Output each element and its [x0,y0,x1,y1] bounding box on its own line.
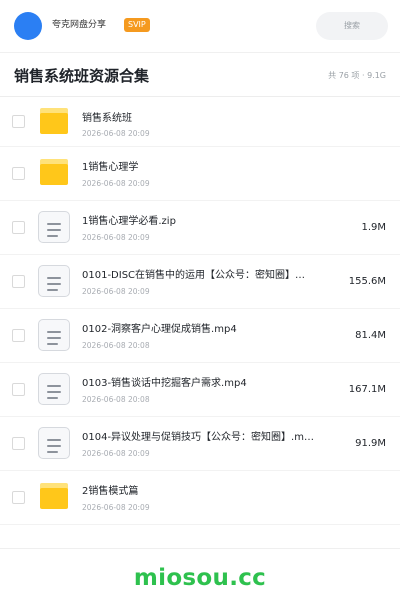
row-checkbox[interactable] [12,167,25,180]
file-row[interactable]: 0104-异议处理与促销技巧【公众号：密知圈】.m… 2026-06-08 20:… [0,417,400,471]
file-name[interactable]: 1销售心理学必看.zip [82,215,334,229]
document-icon [38,373,70,405]
file-row[interactable]: 0103-销售谈话中挖掘客户需求.mp4 2026-06-08 20:08 167.… [0,363,400,417]
sharer-name: 夸克网盘分享 [52,20,107,30]
search-input[interactable]: 搜索 [316,12,388,40]
watermark: miosou.cc [133,565,267,591]
row-checkbox[interactable] [12,383,25,396]
file-size: 167.1M [348,384,386,395]
file-date: 2026-06-08 20:08 [82,395,150,404]
folder-icon [40,483,68,509]
file-name[interactable]: 0103-销售谈话中挖掘客户需求.mp4 [82,377,334,391]
folder-icon [40,159,68,185]
divider [0,52,400,53]
document-icon [38,265,70,297]
file-list: 销售系统班 2026-06-08 20:09 1销售心理学 2026-06-08 20… [0,97,400,525]
file-name[interactable]: 销售系统班 [82,112,334,126]
top-bar: 夸克网盘分享 SVIP 搜索 [0,0,400,52]
document-icon [38,211,70,243]
file-size: 81.4M [355,330,386,341]
file-date: 2026-06-08 20:09 [82,449,150,458]
file-name[interactable]: 2销售模式篇 [82,485,334,499]
file-size: 1.9M [361,222,386,233]
row-checkbox[interactable] [12,115,25,128]
file-row[interactable]: 0101-DISC在销售中的运用【公众号：密知圈】… 2026-06-08 20:… [0,255,400,309]
svip-badge: SVIP [124,18,150,32]
avatar[interactable] [14,12,42,40]
file-date: 2026-06-08 20:08 [82,341,150,350]
file-date: 2026-06-08 20:09 [82,233,150,242]
file-name[interactable]: 0101-DISC在销售中的运用【公众号：密知圈】… [82,269,334,283]
collection-summary: 共 76 项 · 9.1G [328,71,386,80]
file-date: 2026-06-08 20:09 [82,503,150,512]
file-date: 2026-06-08 20:09 [82,129,150,138]
file-row[interactable]: 销售系统班 2026-06-08 20:09 [0,97,400,147]
file-date: 2026-06-08 20:09 [82,179,150,188]
file-size: 155.6M [348,276,386,287]
file-row[interactable]: 2销售模式篇 2026-06-08 20:09 [0,471,400,525]
row-checkbox[interactable] [12,329,25,342]
file-size: 91.9M [355,438,386,449]
file-name[interactable]: 0102-洞察客户心理促成销售.mp4 [82,323,334,337]
row-checkbox[interactable] [12,437,25,450]
file-date: 2026-06-08 20:09 [82,287,150,296]
document-icon [38,427,70,459]
file-row[interactable]: 1销售心理学 2026-06-08 20:09 [0,147,400,201]
folder-icon [40,108,68,134]
row-checkbox[interactable] [12,491,25,504]
file-name[interactable]: 0104-异议处理与促销技巧【公众号：密知圈】.m… [82,431,334,445]
page-title: 销售系统班资源合集 [14,67,150,85]
divider [0,548,400,549]
document-icon [38,319,70,351]
file-name[interactable]: 1销售心理学 [82,161,334,175]
file-row[interactable]: 0102-洞察客户心理促成销售.mp4 2026-06-08 20:08 81.4M [0,309,400,363]
row-checkbox[interactable] [12,221,25,234]
row-checkbox[interactable] [12,275,25,288]
file-row[interactable]: 1销售心理学必看.zip 2026-06-08 20:09 1.9M [0,201,400,255]
